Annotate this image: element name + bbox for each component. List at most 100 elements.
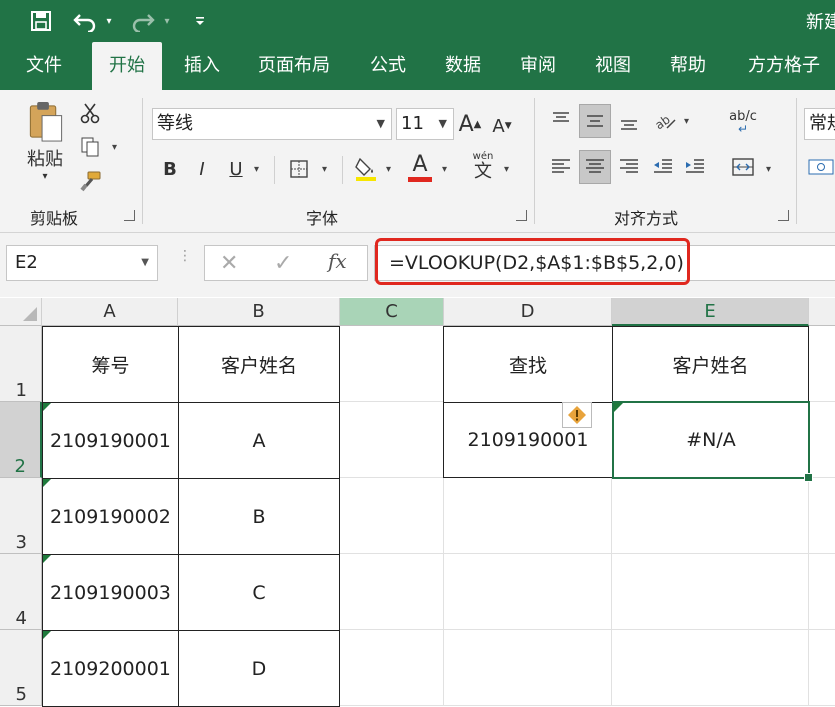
font-color-button[interactable]: A	[404, 150, 436, 184]
undo-icon[interactable]	[70, 0, 100, 42]
number-format-select[interactable]: 常规	[804, 108, 835, 140]
redo-icon[interactable]	[128, 0, 158, 42]
cell-e3[interactable]	[612, 478, 809, 554]
clipboard-launcher-icon[interactable]	[124, 210, 135, 221]
cell-c4[interactable]	[340, 554, 444, 630]
undo-dropdown-icon[interactable]: ▾	[102, 0, 116, 42]
insert-function-button[interactable]: fx	[328, 249, 347, 273]
error-options-button[interactable]	[562, 402, 592, 428]
align-center-icon[interactable]	[579, 150, 611, 184]
cell-f5[interactable]	[809, 630, 835, 706]
row-header-2[interactable]: 2	[0, 402, 42, 478]
fill-handle[interactable]	[804, 473, 813, 482]
alignment-launcher-icon[interactable]	[778, 210, 789, 221]
decrease-font-icon[interactable]: A ▼	[490, 112, 514, 140]
column-header-e[interactable]: E	[612, 298, 809, 326]
cell-f1[interactable]	[809, 326, 835, 402]
orientation-icon[interactable]: ab	[650, 104, 680, 138]
cell-a2[interactable]: 2109190001	[42, 402, 179, 479]
cell-c3[interactable]	[340, 478, 444, 554]
cell-e2-selected[interactable]: #N/A	[612, 401, 813, 482]
cell-a5[interactable]: 2109200001	[42, 630, 179, 707]
cell-b5[interactable]: D	[178, 630, 340, 707]
cell-e5[interactable]	[612, 630, 809, 706]
tab-page-layout[interactable]: 页面布局	[248, 42, 340, 90]
font-name-select[interactable]: 等线 ▼	[152, 108, 392, 140]
tab-file[interactable]: 文件	[14, 42, 74, 90]
fill-color-dropdown-icon[interactable]: ▾	[386, 164, 391, 175]
tab-review[interactable]: 审阅	[508, 42, 568, 90]
borders-dropdown-icon[interactable]: ▾	[322, 164, 327, 175]
cell-b3[interactable]: B	[178, 478, 340, 555]
row-header-5[interactable]: 5	[0, 630, 42, 706]
paste-button[interactable]: 粘贴 ▾	[16, 100, 74, 182]
customize-icon[interactable]	[192, 0, 208, 42]
column-header-b[interactable]: B	[178, 298, 340, 326]
font-size-select[interactable]: 11 ▼	[396, 108, 454, 140]
tab-home[interactable]: 开始	[92, 42, 162, 90]
format-painter-icon[interactable]	[78, 166, 104, 196]
cell-a1[interactable]: 筹号	[42, 326, 179, 403]
column-header-d[interactable]: D	[444, 298, 612, 326]
cell-d5[interactable]	[444, 630, 612, 706]
cell-e4[interactable]	[612, 554, 809, 630]
borders-icon[interactable]	[286, 154, 312, 184]
phonetic-button[interactable]: wén 文	[468, 150, 498, 184]
font-launcher-icon[interactable]	[516, 210, 527, 221]
merge-center-icon[interactable]	[728, 150, 758, 184]
cell-d1[interactable]: 查找	[443, 326, 613, 403]
tab-formulas[interactable]: 公式	[358, 42, 418, 90]
cell-b1[interactable]: 客户姓名	[178, 326, 340, 403]
fill-color-icon[interactable]	[352, 152, 380, 184]
column-header-c[interactable]: C	[340, 298, 444, 326]
redo-dropdown-icon[interactable]: ▾	[160, 0, 174, 42]
row-header-1[interactable]: 1	[0, 326, 42, 402]
align-top-icon[interactable]	[546, 104, 576, 138]
cell-a4[interactable]: 2109190003	[42, 554, 179, 631]
increase-font-icon[interactable]: A ▲	[458, 110, 482, 138]
increase-indent-icon[interactable]	[680, 150, 710, 184]
cut-icon[interactable]	[78, 98, 102, 128]
tab-help[interactable]: 帮助	[658, 42, 718, 90]
underline-button[interactable]: U	[224, 154, 248, 184]
bold-button[interactable]: B	[158, 154, 182, 184]
enter-check-icon[interactable]: ✓	[274, 251, 292, 276]
cell-f4[interactable]	[809, 554, 835, 630]
align-left-icon[interactable]	[546, 150, 576, 184]
orientation-dropdown-icon[interactable]: ▾	[684, 116, 689, 127]
cell-a3[interactable]: 2109190002	[42, 478, 179, 555]
cell-b4[interactable]: C	[178, 554, 340, 631]
select-all-corner[interactable]	[0, 298, 42, 326]
align-right-icon[interactable]	[614, 150, 644, 184]
cell-f3[interactable]	[809, 478, 835, 554]
save-icon[interactable]	[24, 0, 58, 42]
cell-c5[interactable]	[340, 630, 444, 706]
cancel-icon[interactable]: ✕	[220, 251, 238, 276]
copy-dropdown-icon[interactable]: ▾	[112, 142, 117, 153]
drag-handle-icon[interactable]: ⋮	[178, 249, 192, 273]
underline-dropdown-icon[interactable]: ▾	[254, 164, 259, 175]
font-color-dropdown-icon[interactable]: ▾	[442, 164, 447, 175]
currency-icon[interactable]	[806, 152, 835, 182]
cell-d4[interactable]	[444, 554, 612, 630]
cell-f2[interactable]	[809, 402, 835, 478]
wrap-text-button[interactable]: ab/c ↵	[728, 104, 758, 142]
phonetic-dropdown-icon[interactable]: ▾	[504, 164, 509, 175]
row-header-3[interactable]: 3	[0, 478, 42, 554]
cell-b2[interactable]: A	[178, 402, 340, 479]
name-box[interactable]: E2 ▼	[6, 245, 158, 281]
tab-data[interactable]: 数据	[433, 42, 493, 90]
cell-e1[interactable]: 客户姓名	[612, 326, 809, 403]
tab-insert[interactable]: 插入	[172, 42, 232, 90]
column-header-a[interactable]: A	[42, 298, 178, 326]
cell-c2[interactable]	[340, 402, 444, 478]
decrease-indent-icon[interactable]	[648, 150, 678, 184]
align-middle-icon[interactable]	[579, 104, 611, 138]
copy-icon[interactable]	[78, 132, 102, 162]
cell-c1[interactable]	[340, 326, 444, 402]
tab-view[interactable]: 视图	[583, 42, 643, 90]
tab-fangfang[interactable]: 方方格子	[736, 42, 832, 90]
merge-dropdown-icon[interactable]: ▾	[766, 164, 771, 175]
cell-d3[interactable]	[444, 478, 612, 554]
align-bottom-icon[interactable]	[614, 104, 644, 138]
